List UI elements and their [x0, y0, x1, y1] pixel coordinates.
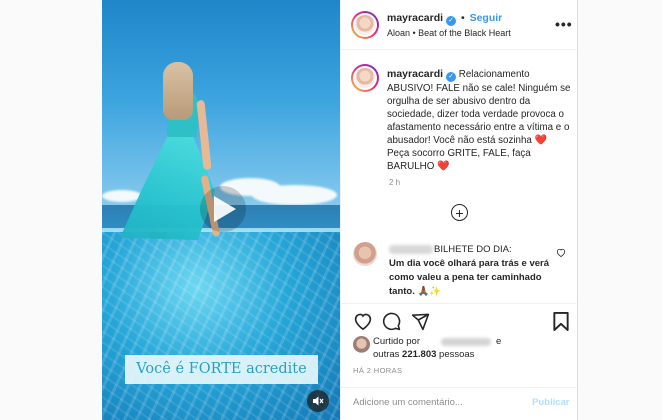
share-send-icon[interactable] — [411, 312, 430, 331]
avatar[interactable] — [351, 11, 379, 39]
more-options-icon[interactable]: ••• — [555, 16, 573, 32]
audio-track-link[interactable]: Aloan • Beat of the Black Heart — [387, 28, 511, 38]
blurred-username — [389, 245, 433, 254]
play-icon — [214, 196, 236, 222]
post-dialog: Você é FORTE acredite mayracardi ✓ • Segu… — [102, 0, 579, 420]
caption-time[interactable]: 2 h — [389, 178, 400, 187]
red-heart-emoji: ❤️ — [437, 161, 450, 172]
caption-text: mayracardi ✓ Relacionamento ABUSIVO! FALE… — [387, 68, 571, 173]
speaker-muted-icon — [313, 396, 324, 406]
video-woman-hair — [163, 62, 193, 120]
header-user-row: mayracardi ✓ • Seguir — [387, 12, 502, 26]
video-cloud — [102, 190, 142, 202]
caption-username[interactable]: mayracardi — [387, 68, 443, 80]
avatar[interactable] — [353, 336, 370, 353]
post-timestamp[interactable]: HÁ 2 HORAS — [353, 366, 402, 375]
load-more-comments-icon[interactable]: + — [451, 204, 468, 221]
comment-body: Um dia você olhará para trás e verá como… — [389, 258, 549, 297]
comment-bubble-icon[interactable] — [382, 312, 401, 331]
follow-button[interactable]: Seguir — [470, 12, 503, 24]
header-username[interactable]: mayracardi — [387, 12, 443, 24]
video-cloud — [252, 185, 337, 205]
play-button[interactable] — [200, 186, 246, 232]
post-header: mayracardi ✓ • Seguir Aloan • Beat of the… — [341, 0, 579, 50]
likes-count-link[interactable]: outras 221.803 pessoas — [373, 349, 474, 360]
blurred-username — [441, 338, 491, 346]
comment-header-text: BILHETE DO DIA: — [434, 244, 512, 255]
video-pool — [102, 230, 340, 420]
verified-badge-icon: ✓ — [446, 72, 457, 82]
likes-suffix: pessoas — [439, 349, 475, 360]
add-comment-bar: Publicar — [341, 387, 579, 420]
caption-body-2: Peça socorro GRITE, FALE, faça BARULHO — [387, 148, 531, 172]
video-caption-overlay: Você é FORTE acredite — [125, 355, 318, 384]
like-heart-icon[interactable] — [353, 312, 373, 330]
verified-badge-icon: ✓ — [446, 16, 457, 26]
likes-others-prefix: outras — [373, 349, 400, 360]
mute-button[interactable] — [307, 390, 329, 412]
post-video[interactable]: Você é FORTE acredite — [102, 0, 340, 420]
likes-count: 221.803 — [402, 349, 437, 360]
video-sky — [102, 0, 340, 215]
avatar[interactable] — [351, 64, 379, 92]
header-separator: • — [460, 12, 465, 24]
red-heart-emoji: ❤️ — [534, 135, 548, 146]
page-background: Você é FORTE acredite mayracardi ✓ • Segu… — [0, 0, 662, 420]
liked-by-prefix: Curtido por — [373, 336, 420, 347]
add-comment-input[interactable] — [353, 397, 503, 408]
publish-button[interactable]: Publicar — [532, 397, 570, 408]
post-side-panel: mayracardi ✓ • Seguir Aloan • Beat of the… — [340, 0, 579, 420]
liked-by-conjunction: e — [496, 336, 502, 347]
avatar[interactable] — [353, 242, 377, 266]
save-bookmark-icon[interactable] — [553, 312, 569, 331]
post-actions-bar — [341, 303, 579, 337]
comment-like-icon[interactable] — [556, 248, 566, 257]
